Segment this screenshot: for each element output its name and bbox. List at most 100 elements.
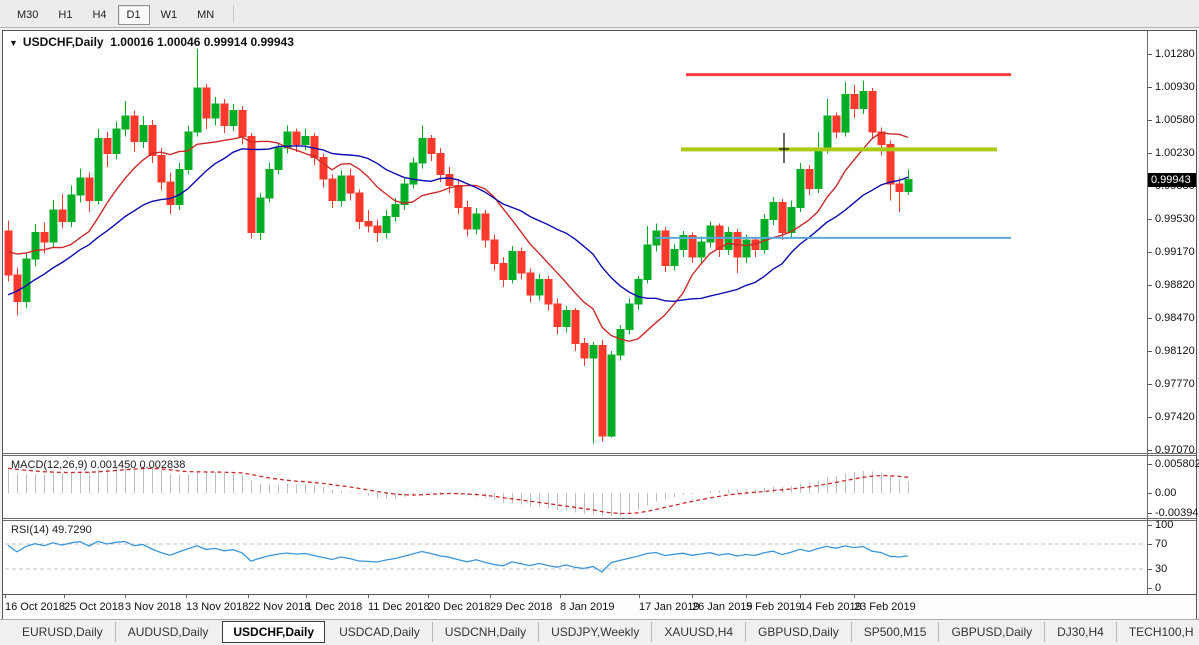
axis-tick [1148, 544, 1152, 545]
price-tick-label: 0.97770 [1155, 378, 1195, 390]
axis-tick [1148, 588, 1152, 589]
timeframe-button-m30[interactable]: M30 [8, 5, 47, 25]
symbol-tab-usdcad-daily[interactable]: USDCAD,Daily [327, 622, 432, 642]
chart-title: ▼ USDCHF,Daily 1.00016 1.00046 0.99914 0.… [9, 35, 294, 49]
time-axis-tick [64, 595, 65, 598]
date-label: 1 Dec 2018 [306, 601, 362, 613]
time-axis-tick [5, 595, 6, 598]
symbol-tab-audusd-daily[interactable]: AUDUSD,Daily [115, 622, 221, 642]
price-tick-label: 0.98820 [1155, 279, 1195, 291]
symbol-tab-eurusd-daily[interactable]: EURUSD,Daily [10, 622, 115, 642]
axis-tick [1148, 153, 1152, 154]
date-label: 13 Nov 2018 [186, 601, 248, 613]
ohlc-high: 1.00046 [157, 35, 200, 49]
axis-tick [1148, 513, 1152, 514]
timeframe-button-w1[interactable]: W1 [152, 5, 187, 25]
price-tick-label: 1.00230 [1155, 147, 1195, 159]
axis-tick [1148, 450, 1152, 451]
axis-tick [1148, 464, 1152, 465]
price-tick-label: 0.97070 [1155, 444, 1195, 456]
timeframe-button-mn[interactable]: MN [188, 5, 223, 25]
macd-signal-value: 0.002838 [139, 459, 185, 471]
axis-tick [1148, 285, 1152, 286]
date-label: 14 Feb 2019 [800, 601, 862, 613]
time-axis-tick [854, 595, 855, 598]
date-label: 3 Nov 2018 [125, 601, 181, 613]
price-axis: 1.012801.009301.005801.002300.998800.995… [1148, 31, 1196, 594]
macd-label: MACD(12,26,9) 0.001450 0.002838 [11, 459, 185, 471]
symbol-tab-usdcnh-daily[interactable]: USDCNH,Daily [432, 622, 538, 642]
ohlc-open: 1.00016 [110, 35, 153, 49]
price-tick-label: 0.99530 [1155, 213, 1195, 225]
timeframe-button-h4[interactable]: H4 [83, 5, 115, 25]
rsi-value: 49.7290 [52, 524, 92, 536]
axis-tick [1148, 351, 1152, 352]
macd-main-value: 0.001450 [90, 459, 136, 471]
axis-tick [1148, 493, 1152, 494]
time-axis-tick [248, 595, 249, 598]
current-price-tag: 0.99943 [1148, 173, 1196, 187]
date-label: 23 Feb 2019 [854, 601, 916, 613]
symbol-tabbar: EURUSD,DailyAUDUSD,DailyUSDCHF,DailyUSDC… [0, 619, 1199, 644]
axis-tick [1148, 525, 1152, 526]
chart-symbol: USDCHF,Daily [23, 35, 104, 49]
timeframe-button-h1[interactable]: H1 [49, 5, 81, 25]
rsi-panel: RSI(14) 49.7290 [3, 521, 1196, 594]
date-label: 29 Dec 2018 [490, 601, 552, 613]
rsi-label: RSI(14) 49.7290 [11, 524, 92, 536]
time-axis: 16 Oct 201825 Oct 20183 Nov 2018 13 Nov 2… [3, 594, 1196, 619]
price-tick-label: 0.98120 [1155, 345, 1195, 357]
rsi-level-label: 70 [1155, 538, 1167, 550]
date-label: 25 Oct 2018 [64, 601, 124, 613]
date-label: 5 Feb 2019 [746, 601, 802, 613]
axis-tick [1148, 384, 1152, 385]
macd-panel: MACD(12,26,9) 0.001450 0.002838 [3, 456, 1196, 518]
ohlc-close: 0.99943 [250, 35, 293, 49]
axis-tick [1148, 569, 1152, 570]
main-chart-panel: ▼ USDCHF,Daily 1.00016 1.00046 0.99914 0.… [3, 31, 1196, 453]
chart-window: ▼ USDCHF,Daily 1.00016 1.00046 0.99914 0.… [2, 30, 1197, 619]
date-label: 11 Dec 2018 [368, 601, 430, 613]
date-label: 8 Jan 2019 [560, 601, 614, 613]
symbol-tab-dj30-h4[interactable]: DJ30,H4 [1044, 622, 1116, 642]
macd-min-label: -0.003945 [1155, 507, 1199, 519]
price-tick-label: 1.01280 [1155, 48, 1195, 60]
date-label: 22 Nov 2018 [248, 601, 310, 613]
price-tick-label: 0.99170 [1155, 246, 1195, 258]
price-tick-label: 0.97420 [1155, 411, 1195, 423]
price-tick-label: 0.98470 [1155, 312, 1195, 324]
symbol-tab-tech100-h[interactable]: TECH100,H [1116, 622, 1199, 642]
time-axis-tick [125, 595, 126, 598]
candlestick-chart [3, 31, 1196, 453]
ohlc-low: 0.99914 [204, 35, 247, 49]
time-axis-tick [692, 595, 693, 598]
rsi-level-label: 30 [1155, 563, 1167, 575]
symbol-tab-gbpusd-daily[interactable]: GBPUSD,Daily [938, 622, 1044, 642]
date-label: 17 Jan 2019 [639, 601, 700, 613]
symbol-tab-xauusd-h4[interactable]: XAUUSD,H4 [651, 622, 745, 642]
time-axis-tick [639, 595, 640, 598]
axis-tick [1148, 54, 1152, 55]
axis-tick [1148, 318, 1152, 319]
axis-tick [1148, 417, 1152, 418]
rsi-chart [3, 521, 1196, 594]
date-label: 16 Oct 2018 [5, 601, 65, 613]
timeframe-button-d1[interactable]: D1 [118, 5, 150, 25]
time-axis-tick [490, 595, 491, 598]
symbol-tab-usdchf-daily[interactable]: USDCHF,Daily [222, 621, 325, 643]
date-label: 26 Jan 2019 [692, 601, 753, 613]
price-tick-label: 1.00930 [1155, 81, 1195, 93]
symbol-tab-gbpusd-daily[interactable]: GBPUSD,Daily [745, 622, 851, 642]
symbol-tab-sp500-m15[interactable]: SP500,M15 [851, 622, 939, 642]
axis-tick [1148, 120, 1152, 121]
time-axis-tick [306, 595, 307, 598]
rsi-level-label: 100 [1155, 519, 1173, 531]
symbol-dropdown-icon[interactable]: ▼ [9, 38, 18, 48]
time-axis-tick [560, 595, 561, 598]
toolbar-divider [233, 5, 234, 23]
macd-max-label: 0.005802 [1155, 458, 1199, 470]
date-label: 20 Dec 2018 [428, 601, 490, 613]
symbol-tab-usdjpy-weekly[interactable]: USDJPY,Weekly [538, 622, 651, 642]
rsi-level-label: 0 [1155, 582, 1161, 594]
time-axis-tick [800, 595, 801, 598]
